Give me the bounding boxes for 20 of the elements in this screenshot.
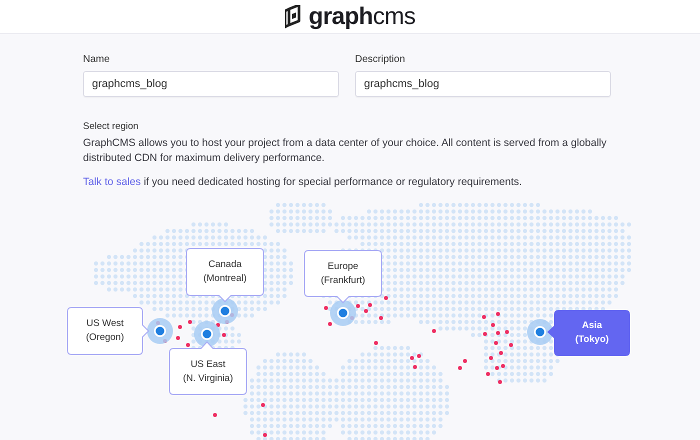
sales-link[interactable]: Talk to sales [83, 176, 141, 188]
region-callout[interactable]: Canada (Montreal) [186, 248, 264, 302]
region-callout[interactable]: US East (N. Virginia) [169, 340, 247, 394]
text-field[interactable]: graphcms_blog [83, 71, 339, 97]
map-marker[interactable] [193, 320, 221, 348]
logo-text: graphcms [308, 2, 416, 30]
section-label: Select region [83, 121, 138, 132]
map-marker[interactable] [526, 318, 554, 346]
text-field[interactable]: graphcms_blog [355, 71, 611, 97]
description-text: GraphCMS allows you to host your project from a data center of your choice. All content is served from a globally distributed CDN for maximum delivery performance. [83, 136, 608, 165]
region-callout[interactable]: US West (Oregon) [67, 306, 150, 354]
field-label: Name [83, 54, 110, 65]
field-label: Description [355, 54, 406, 65]
sales-text: Talk to sales if you need dedicated hosting for special performance or regulatory requirements. [83, 175, 522, 190]
map-marker[interactable] [211, 296, 239, 324]
map-marker[interactable] [146, 316, 174, 344]
logo-icon [284, 4, 303, 28]
map-marker[interactable] [329, 298, 357, 326]
region-callout[interactable]: Asia (Tokyo) [547, 310, 630, 356]
region-callout[interactable]: Europe (Frankfurt) [304, 250, 382, 304]
